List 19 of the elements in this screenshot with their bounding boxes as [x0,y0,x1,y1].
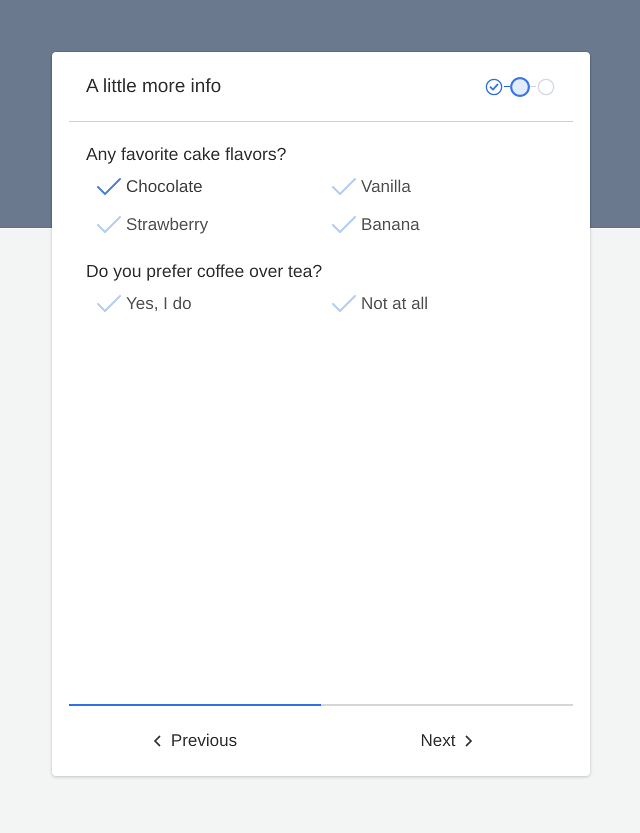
checkbox-option[interactable]: Chocolate [96,177,331,197]
checkbox-option[interactable]: Vanilla [331,177,531,197]
checkbox-option[interactable]: Strawberry [96,215,331,235]
question-label: Any favorite cake flavors? [86,144,286,165]
checkbox-option[interactable]: Banana [331,215,531,235]
chevron-right-icon [463,734,474,748]
checkmark-icon [96,294,122,314]
chevron-left-icon [152,734,163,748]
checkmark-icon [96,177,122,197]
checkmark-icon [96,215,122,235]
checkmark-icon [331,215,357,235]
previous-button[interactable]: Previous [69,706,321,776]
checkmark-icon [331,177,357,197]
next-button[interactable]: Next [321,706,573,776]
checkmark-icon [331,294,357,314]
card-title: A little more info [86,76,222,98]
checkbox-option[interactable]: Yes, I do [96,294,331,314]
checkbox-option[interactable]: Not at all [331,294,531,314]
question-label: Do you prefer coffee over tea? [86,261,322,282]
